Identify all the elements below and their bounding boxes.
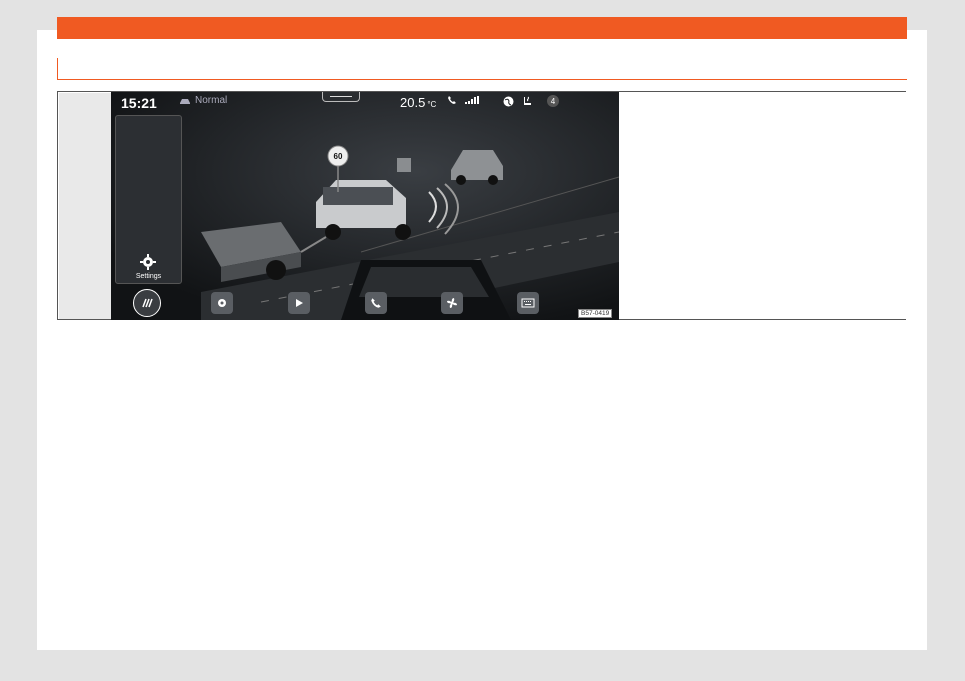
figure-code: B57-0419 xyxy=(578,309,613,318)
driver-assist-scene: 60 xyxy=(111,92,619,320)
speed-sign-label: 60 xyxy=(334,152,343,161)
car-icon xyxy=(180,98,190,104)
settings-label: Settings xyxy=(135,273,162,280)
play-icon xyxy=(296,299,303,307)
section-rule xyxy=(57,79,907,80)
gear-icon xyxy=(218,299,226,307)
figure-caption-area xyxy=(620,92,906,319)
header-bar xyxy=(57,17,907,39)
fan-icon xyxy=(447,298,457,308)
status-bar: 15:21 Normal 20.5 °C 4 xyxy=(111,92,619,114)
menu-icon xyxy=(142,298,153,308)
section-marker xyxy=(57,58,58,79)
drive-mode-button[interactable]: Normal xyxy=(179,95,227,106)
gear-icon xyxy=(140,254,156,270)
keyboard-phone-icon xyxy=(521,298,535,308)
connectivity-button[interactable] xyxy=(517,292,539,314)
temperature-unit: °C xyxy=(427,100,437,109)
climate-button[interactable] xyxy=(441,292,463,314)
clock: 15:21 xyxy=(121,95,157,111)
globe-icon[interactable] xyxy=(503,96,514,107)
seat-heat-icon[interactable] xyxy=(522,96,533,107)
drive-mode-label: Normal xyxy=(195,95,228,106)
figure-frame: 60 15:21 Normal 20.5 °C 4 Settings B57-0… xyxy=(57,91,906,320)
connectivity-icons xyxy=(447,95,479,105)
media-button[interactable] xyxy=(288,292,310,314)
settings-button[interactable] xyxy=(211,292,233,314)
handle-line xyxy=(330,96,352,97)
shortcut-panel[interactable]: Settings xyxy=(115,115,182,284)
pull-down-handle[interactable] xyxy=(322,92,360,102)
menu-button[interactable] xyxy=(133,289,161,317)
signal-bars-icon xyxy=(465,96,479,104)
phone-icon xyxy=(448,96,456,104)
infotainment-screen: 60 15:21 Normal 20.5 °C 4 Settings xyxy=(111,92,619,320)
system-icons: 4 xyxy=(503,95,559,107)
phone-button[interactable] xyxy=(365,292,387,314)
phone-icon xyxy=(371,298,381,308)
temperature-value: 20.5 xyxy=(400,95,426,110)
bottom-dock xyxy=(111,288,619,320)
notification-badge[interactable]: 4 xyxy=(547,95,559,107)
temperature-readout[interactable]: 20.5 °C xyxy=(400,95,436,110)
